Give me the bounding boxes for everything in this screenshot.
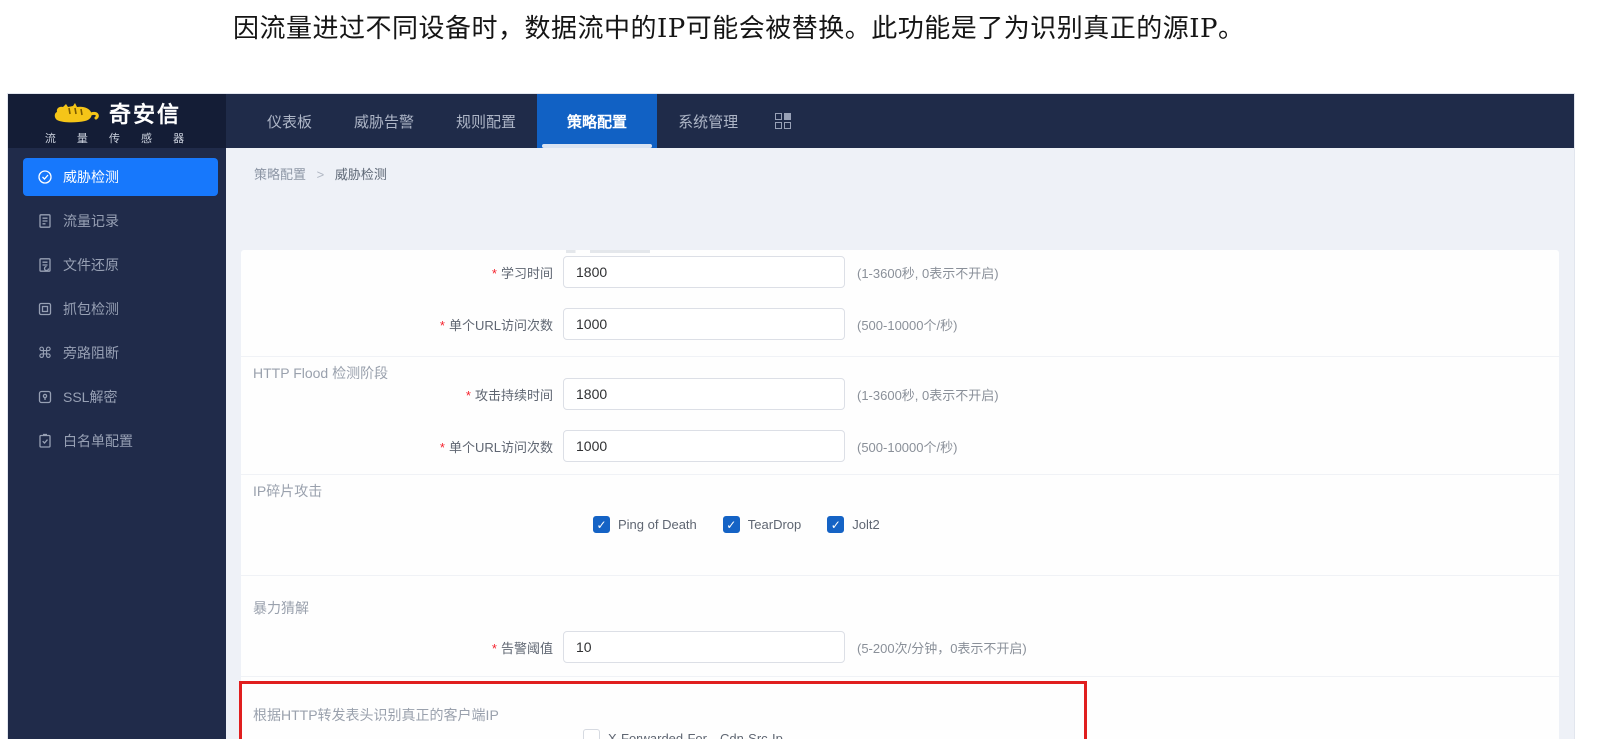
sidebar-item-ssl-decrypt[interactable]: SSL解密 [23, 378, 218, 416]
section-heading-brute-force: 暴力猜解 [253, 600, 309, 616]
required-asterisk [466, 388, 475, 403]
tab-system-admin[interactable]: 系统管理 [657, 94, 759, 148]
field-label: 单个URL访问次数 [241, 315, 563, 334]
form-panel: 学习时间 (1-3600秒, 0表示不开启) 单个URL访问次数 (500-10… [239, 250, 1559, 739]
section-heading-ip-fragment: IP碎片攻击 [253, 483, 323, 499]
tab-threat-alerts[interactable]: 威胁告警 [333, 94, 435, 148]
sidebar-item-threat-detection[interactable]: 威胁检测 [23, 158, 218, 196]
learning-time-input[interactable] [563, 256, 845, 288]
sidebar-item-label: SSL解密 [63, 389, 118, 405]
required-asterisk [492, 266, 501, 281]
sidebar-item-traffic-record[interactable]: 流量记录 [23, 202, 218, 240]
section-divider [241, 356, 1559, 357]
checkbox-group-ping-of-death: Ping of Death [593, 516, 697, 533]
checkbox-label: Ping of Death [618, 517, 697, 532]
alert-threshold-input[interactable] [563, 631, 845, 663]
required-asterisk [440, 440, 449, 455]
tab-policy-config[interactable]: 策略配置 [537, 94, 658, 148]
content-area: 策略配置 > 威胁检测 学习时间 (1-3600秒, 0表示不开启) 单个URL… [226, 148, 1574, 739]
field-label: 学习时间 [241, 263, 563, 282]
url-visits-input[interactable] [563, 308, 845, 340]
sidebar-item-bypass-block[interactable]: ⌘ 旁路阻断 [23, 334, 218, 372]
brand-title: 奇安信 [108, 101, 181, 127]
tab-rule-config[interactable]: 规则配置 [435, 94, 537, 148]
ping-of-death-checkbox[interactable] [593, 516, 610, 533]
sidebar-item-packet-capture[interactable]: 抓包检测 [23, 290, 218, 328]
checkbox-group-teardrop: TearDrop [722, 516, 802, 533]
form-row-url-visits: 单个URL访问次数 (500-10000个/秒) [241, 308, 1559, 340]
ssl-decrypt-icon [38, 390, 52, 404]
field-label: 单个URL访问次数 [241, 437, 563, 456]
grid-apps-icon[interactable] [775, 113, 792, 129]
whitelist-config-icon [39, 433, 51, 448]
breadcrumb-root[interactable]: 策略配置 [254, 167, 306, 182]
field-label: 告警阈值 [241, 638, 563, 657]
form-row-alert-threshold: 告警阈值 (5-200次/分钟，0表示不开启) [241, 631, 1559, 663]
sidebar: 威胁检测 流量记录 文件还原 抓包检测 ⌘ 旁路阻断 SSL解密 白名单配置 [8, 148, 226, 739]
field-label: 攻击持续时间 [241, 385, 563, 404]
section-divider [241, 575, 1559, 576]
sidebar-item-label: 白名单配置 [63, 433, 133, 449]
clipped-form-row-remnant [566, 250, 686, 253]
required-asterisk [492, 641, 501, 656]
section-divider [241, 676, 1559, 677]
breadcrumb-separator: > [316, 167, 325, 182]
field-hint: (500-10000个/秒) [857, 317, 958, 333]
breadcrumb: 策略配置 > 威胁检测 [226, 148, 1574, 183]
app-window: 奇安信 流 量 传 感 器 仪表板 威胁告警 规则配置 策略配置 系统管理 威胁… [8, 94, 1574, 739]
attack-duration-input[interactable] [563, 378, 845, 410]
nav-tabs: 仪表板 威胁告警 规则配置 策略配置 系统管理 [246, 94, 792, 148]
sidebar-item-label: 流量记录 [63, 213, 119, 229]
checkbox-group-jolt2: Jolt2 [827, 516, 880, 533]
section-heading-xff: 根据HTTP转发表头识别真正的客户端IP [253, 707, 499, 723]
form-row-attack-duration: 攻击持续时间 (1-3600秒, 0表示不开启) [241, 378, 1559, 410]
sidebar-item-label: 旁路阻断 [63, 345, 119, 361]
checkbox-label: TearDrop [747, 517, 802, 532]
sidebar-item-label: 抓包检测 [63, 301, 119, 317]
bypass-block-icon: ⌘ [37, 345, 53, 362]
field-hint: (1-3600秒, 0表示不开启) [857, 387, 999, 403]
checkbox-label: X-Forwarded-For、Cdn-Src-Ip [608, 731, 783, 739]
traffic-record-icon [39, 214, 51, 228]
file-restore-icon [39, 258, 51, 272]
field-hint: (500-10000个/秒) [857, 439, 958, 455]
top-navbar: 奇安信 流 量 传 感 器 仪表板 威胁告警 规则配置 策略配置 系统管理 [8, 94, 1574, 148]
sidebar-item-label: 文件还原 [63, 257, 119, 273]
threat-detection-icon [38, 170, 52, 184]
field-hint: (1-3600秒, 0表示不开启) [857, 265, 999, 281]
section-divider [241, 474, 1559, 475]
packet-capture-icon [38, 302, 52, 316]
jolt2-checkbox[interactable] [827, 516, 845, 533]
teardrop-checkbox[interactable] [722, 516, 740, 533]
x-forwarded-for-checkbox[interactable] [583, 729, 600, 739]
form-row-learning-time: 学习时间 (1-3600秒, 0表示不开启) [241, 256, 1559, 288]
tab-policy-config-label: 策略配置 [567, 113, 628, 131]
xff-checkbox-row: X-Forwarded-For、Cdn-Src-Ip [583, 728, 801, 739]
sidebar-item-file-restore[interactable]: 文件还原 [23, 246, 218, 284]
form-row-url-visits-flood: 单个URL访问次数 (500-10000个/秒) [241, 430, 1559, 462]
field-hint: (5-200次/分钟，0表示不开启) [857, 640, 1027, 656]
breadcrumb-current: 威胁检测 [334, 167, 387, 182]
tab-dashboard[interactable]: 仪表板 [246, 94, 333, 148]
page-annotation-note: 因流量进过不同设备时，数据流中的IP可能会被替换。此功能是了为识别真正的源IP。 [233, 14, 1245, 44]
url-visits-flood-input[interactable] [563, 430, 845, 462]
brand-subtitle: 流 量 传 感 器 [44, 132, 194, 145]
brand-logo: 奇安信 流 量 传 感 器 [8, 94, 226, 148]
ip-fragment-checkbox-row: Ping of Death TearDrop Jolt2 [593, 516, 898, 533]
checkbox-label: Jolt2 [852, 517, 880, 532]
required-asterisk [440, 318, 449, 333]
tiger-logo-icon [54, 102, 99, 122]
sidebar-item-whitelist-config[interactable]: 白名单配置 [23, 422, 218, 460]
checkbox-group-xff: X-Forwarded-For、Cdn-Src-Ip [583, 728, 783, 739]
sidebar-item-label: 威胁检测 [63, 169, 119, 185]
